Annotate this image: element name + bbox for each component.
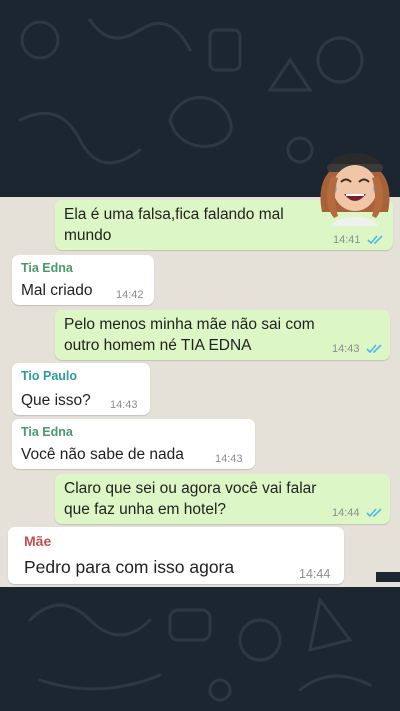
message-time: 14:42 xyxy=(116,289,144,301)
message-bubble-outgoing[interactable]: Pelo menos minha mãe não sai com outro h… xyxy=(55,310,390,360)
message-text: Você não sabe de nada xyxy=(21,446,184,463)
message-time: 14:41 xyxy=(333,234,361,246)
message-time: 14:43 xyxy=(110,399,138,411)
sender-name: Tio Paulo xyxy=(21,369,78,383)
message-bubble-outgoing[interactable]: Claro que sei ou agora você vai falar qu… xyxy=(55,474,390,524)
message-bubble-incoming[interactable]: Tio Paulo Que isso? 14:43 xyxy=(12,363,150,415)
sender-name: Tia Edna xyxy=(21,425,73,439)
message-text: Pedro para com isso agora xyxy=(24,557,235,577)
message-time: 14:44 xyxy=(332,507,360,519)
message-time: 14:43 xyxy=(332,343,360,355)
read-check-icon xyxy=(366,344,382,354)
read-check-icon xyxy=(366,508,382,518)
message-text: Mal criado xyxy=(21,282,93,299)
message-time: 14:43 xyxy=(215,453,243,465)
message-text: Pelo menos minha mãe não sai com outro h… xyxy=(64,316,315,354)
sender-name: Tia Edna xyxy=(21,261,73,275)
sender-name: Mãe xyxy=(24,533,52,549)
laughing-girl-sticker-icon xyxy=(320,153,390,226)
read-check-icon xyxy=(367,235,383,245)
message-text: Que isso? xyxy=(21,392,91,409)
edge-tab xyxy=(376,572,400,582)
message-bubble-incoming[interactable]: Mãe Pedro para com isso agora 14:44 xyxy=(8,527,344,584)
message-text: Claro que sei ou agora você vai falar qu… xyxy=(64,480,317,518)
message-time: 14:44 xyxy=(299,567,331,581)
message-bubble-incoming[interactable]: Tia Edna Você não sabe de nada 14:43 xyxy=(12,419,255,469)
message-text: Ela é uma falsa,fica falando mal mundo xyxy=(64,206,284,244)
message-bubble-incoming[interactable]: Tia Edna Mal criado 14:42 xyxy=(12,255,154,305)
